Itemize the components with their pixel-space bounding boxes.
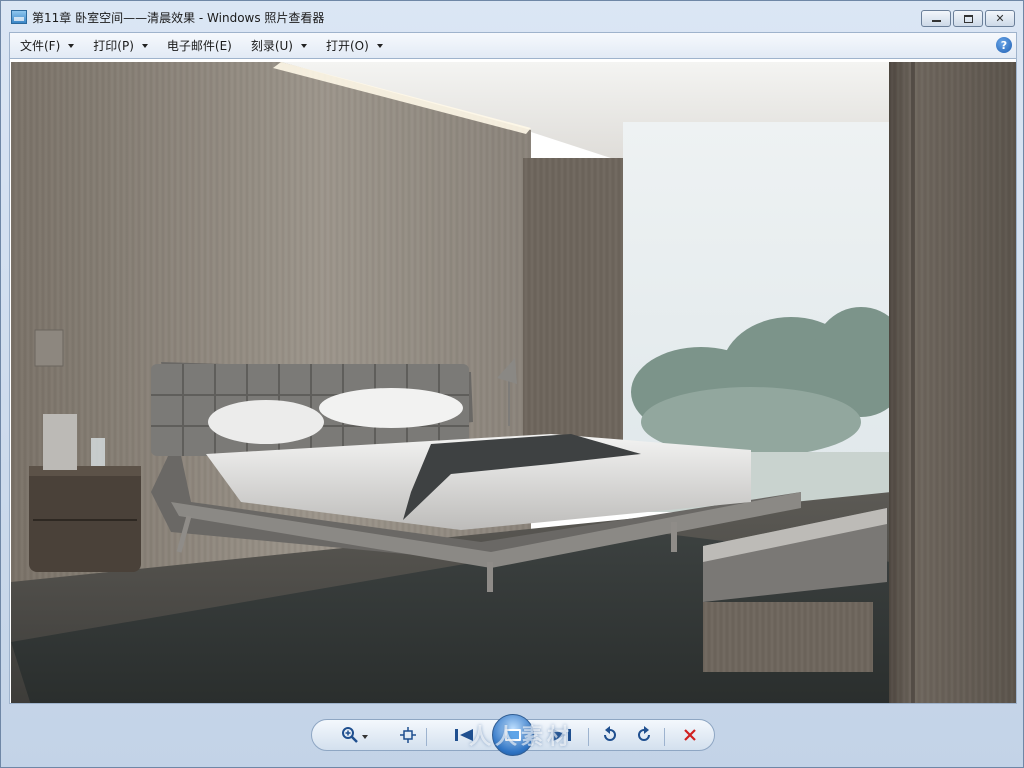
maximize-button[interactable] [953, 10, 983, 27]
menu-email[interactable]: 电子邮件(E) [157, 33, 241, 58]
toolbar-separator [664, 728, 665, 746]
viewer-toolbar [311, 714, 715, 756]
next-button[interactable] [550, 724, 574, 746]
fit-window-button[interactable] [396, 724, 420, 746]
photo-viewer-window: 第11章 卧室空间——清晨效果 - Windows 照片查看器 ✕ 文件(F) … [0, 0, 1024, 768]
minimize-icon [931, 20, 941, 22]
menu-file-label: 文件(F) [20, 39, 61, 53]
title-bar: 第11章 卧室空间——清晨效果 - Windows 照片查看器 ✕ [1, 1, 1023, 33]
delete-icon [684, 729, 696, 741]
toolbar-separator [588, 728, 589, 746]
chevron-down-icon [68, 43, 75, 48]
chevron-down-icon [141, 43, 148, 48]
next-icon [553, 729, 571, 741]
previous-button[interactable] [452, 724, 476, 746]
toolbar-separator [426, 728, 427, 746]
close-button[interactable]: ✕ [985, 10, 1015, 27]
menu-open[interactable]: 打开(O) [316, 33, 392, 58]
chevron-down-icon [376, 43, 383, 48]
caption-buttons: ✕ [921, 10, 1015, 27]
menu-burn[interactable]: 刻录(U) [241, 33, 316, 58]
zoom-icon [342, 727, 358, 743]
rotate-counterclockwise-button[interactable] [598, 724, 622, 746]
chevron-down-icon [301, 43, 307, 48]
menu-bar: 文件(F) 打印(P) 电子邮件(E) 刻录(U) 打开(O) ? [9, 32, 1017, 58]
rotate-clockwise-button[interactable] [632, 724, 656, 746]
previous-icon [455, 729, 473, 741]
menu-print[interactable]: 打印(P) [83, 33, 157, 58]
image-viewport [9, 58, 1017, 704]
menu-open-label: 打开(O) [326, 39, 369, 53]
menu-print-label: 打印(P) [93, 39, 134, 53]
delete-button[interactable] [678, 724, 702, 746]
menu-file[interactable]: 文件(F) [10, 33, 83, 58]
bedroom-photo [11, 62, 1016, 703]
zoom-button[interactable] [338, 724, 368, 746]
window-title: 第11章 卧室空间——清晨效果 - Windows 照片查看器 [32, 10, 325, 25]
minimize-button[interactable] [921, 10, 951, 27]
help-icon[interactable]: ? [996, 37, 1012, 53]
rotate-clockwise-icon [638, 726, 650, 741]
slideshow-button[interactable] [492, 714, 534, 756]
rotate-counterclockwise-icon [604, 726, 616, 741]
photo-viewer-icon [11, 10, 27, 24]
slideshow-icon [505, 729, 521, 741]
fit-window-icon [400, 727, 416, 743]
menu-email-label: 电子邮件(E) [166, 39, 232, 53]
close-icon: ✕ [995, 12, 1005, 25]
menu-burn-label: 刻录(U) [250, 39, 293, 53]
maximize-icon [963, 14, 973, 23]
